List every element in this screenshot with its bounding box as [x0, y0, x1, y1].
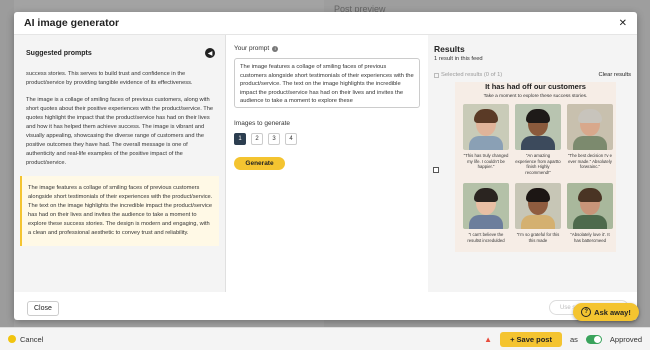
close-button[interactable]: Close	[27, 301, 59, 316]
selected-results[interactable]: Selected results (0 of 1)	[434, 72, 502, 78]
clear-results-button[interactable]: Clear results	[598, 72, 631, 78]
results-panel: Results 1 result in this feed Selected r…	[428, 35, 637, 292]
customer-photo	[515, 104, 561, 150]
prompt-textarea[interactable]: The image features a collage of smiling …	[234, 58, 420, 108]
background-left-strip	[0, 0, 14, 330]
testimonial-card: "I'm so grateful for this this made	[515, 183, 561, 252]
modal-title: AI image generator	[24, 17, 120, 29]
your-prompt-label: Your prompt i	[234, 45, 420, 52]
customer-photo	[567, 104, 613, 150]
bottom-bar: Cancel ▲ + Save post as Approved	[0, 327, 650, 350]
poster-grid: "This has truly changed my life. I could…	[455, 99, 616, 252]
ai-image-generator-modal: AI image generator ✕ Suggested prompts ◀…	[14, 12, 637, 320]
suggested-prompts-list: success stories. This serves to build tr…	[14, 58, 225, 246]
selected-results-label: Selected results (0 of 1)	[441, 72, 503, 78]
your-prompt-label-text: Your prompt	[234, 45, 270, 52]
testimonial-quote: "The best decision I'v e ever made." Abs…	[567, 153, 613, 169]
approved-toggle[interactable]	[585, 334, 602, 344]
ask-away-label: Ask away!	[594, 307, 631, 317]
suggested-prompts-header: Suggested prompts ◀	[14, 35, 225, 58]
testimonial-quote: "I'm so grateful for this this made	[516, 232, 560, 243]
generate-button[interactable]: Generate	[234, 157, 285, 170]
result-checkbox[interactable]	[433, 167, 439, 173]
testimonial-card: "I can't believe the resultst incredulde…	[463, 183, 509, 252]
close-icon[interactable]: ✕	[619, 18, 627, 29]
warning-icon: ▲	[484, 334, 493, 344]
testimonial-quote: "An amazing experience from apartto fini…	[515, 153, 561, 175]
as-label: as	[569, 334, 578, 344]
approved-label: Approved	[609, 334, 642, 344]
cancel-label: Cancel	[20, 334, 44, 344]
customer-photo	[463, 104, 509, 150]
prompt-panel: Your prompt i The image features a colla…	[226, 35, 428, 292]
suggested-prompts-title: Suggested prompts	[26, 49, 92, 57]
result-item: It has had off our customers Take a mome…	[433, 82, 631, 252]
suggested-prompt-item[interactable]: success stories. This serves to build tr…	[26, 70, 215, 88]
image-count-1[interactable]: 1	[234, 133, 246, 145]
testimonial-quote: "I can't believe the resultst incredulde…	[467, 232, 505, 243]
save-post-button[interactable]: + Save post	[500, 331, 562, 347]
image-count-3[interactable]: 3	[268, 133, 280, 145]
image-count-selector: 1 2 3 4	[234, 133, 420, 145]
testimonial-card: "Absolately love it'. It has battercmeed	[567, 183, 613, 252]
images-to-generate-label: Images to generate	[234, 120, 291, 127]
cancel-button[interactable]: Cancel	[8, 335, 43, 344]
image-count-2[interactable]: 2	[251, 133, 263, 145]
customer-photo	[463, 183, 509, 229]
poster-title: It has had off our customers	[485, 82, 586, 91]
results-title: Results	[434, 44, 465, 54]
question-icon: ?	[581, 307, 592, 317]
testimonial-card: "This has truly changed my life. I could…	[463, 104, 509, 178]
customer-photo	[515, 183, 561, 229]
ask-away-button[interactable]: ? Ask away!	[573, 303, 639, 321]
customer-photo	[567, 183, 613, 229]
suggested-prompts-panel: Suggested prompts ◀ success stories. Thi…	[14, 35, 226, 292]
generated-image[interactable]: It has had off our customers Take a mome…	[455, 82, 616, 252]
image-count-4[interactable]: 4	[285, 133, 297, 145]
collapse-left-icon[interactable]: ◀	[205, 48, 215, 58]
testimonial-quote: "Absolately love it'. It has battercmeed	[570, 232, 610, 243]
suggested-prompt-item[interactable]: The image is a collage of smiling faces …	[26, 96, 215, 168]
select-all-checkbox[interactable]	[434, 72, 439, 78]
cancel-icon	[8, 335, 16, 343]
suggested-prompt-item-selected[interactable]: The image features a collage of smiling …	[20, 176, 219, 246]
info-icon[interactable]: i	[272, 45, 279, 52]
modal-header: AI image generator ✕	[14, 12, 637, 35]
results-count: 1 result in this feed	[434, 56, 483, 62]
testimonial-card: "The best decision I'v e ever made." Abs…	[567, 104, 613, 178]
bottom-actions: ▲ + Save post as Approved	[484, 331, 642, 347]
results-toolbar: Selected results (0 of 1) Clear results	[434, 72, 631, 78]
testimonial-quote: "This has truly changed my life. I could…	[463, 153, 509, 169]
testimonial-card: "An amazing experience from apartto fini…	[515, 104, 561, 178]
